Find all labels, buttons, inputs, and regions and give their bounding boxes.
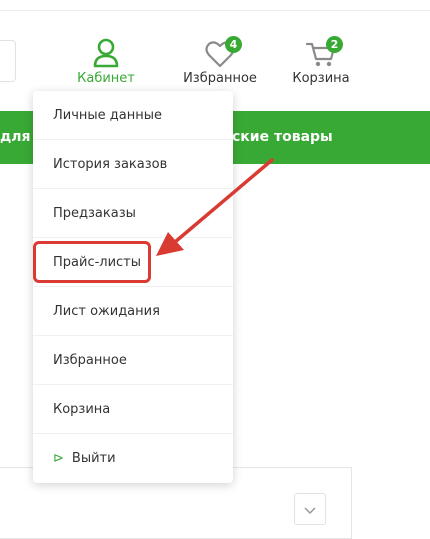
header-divider: [0, 10, 430, 11]
menu-item-cart[interactable]: Корзина: [33, 385, 233, 434]
search-input[interactable]: [0, 40, 16, 82]
logout-icon: ⊳: [53, 451, 64, 466]
cart-label: Корзина: [292, 71, 350, 86]
favorites-label: Избранное: [183, 71, 257, 86]
menu-item-logout[interactable]: ⊳ Выйти: [33, 434, 233, 483]
cart-count-badge: 2: [326, 36, 343, 53]
menu-item-waitlist[interactable]: Лист ожидания: [33, 287, 233, 336]
cabinet-dropdown-menu: Личные данные История заказов Предзаказы…: [33, 91, 233, 483]
heart-icon: [178, 36, 262, 68]
menu-item-label: Выйти: [71, 451, 116, 466]
menu-item-label: Предзаказы: [53, 205, 136, 221]
cabinet-label: Кабинет: [77, 71, 135, 86]
menu-item-personal-data[interactable]: Личные данные: [33, 91, 233, 140]
menu-item-label: Личные данные: [53, 107, 163, 123]
menu-item-label: Корзина: [53, 401, 111, 417]
user-icon: [70, 36, 142, 68]
menu-item-preorders[interactable]: Предзаказы: [33, 189, 233, 238]
favorites-link[interactable]: 4 Избранное: [178, 36, 262, 86]
cabinet-link[interactable]: Кабинет: [70, 36, 142, 86]
menu-item-label: Лист ожидания: [53, 303, 160, 319]
menu-item-label: Избранное: [53, 352, 127, 368]
chevron-down-icon: [304, 500, 316, 519]
highlight-box: [33, 241, 151, 283]
menu-item-favorites[interactable]: Избранное: [33, 336, 233, 385]
banner-text-right[interactable]: ские товары: [232, 129, 333, 145]
menu-item-order-history[interactable]: История заказов: [33, 140, 233, 189]
cart-icon: [286, 36, 356, 68]
favorites-count-badge: 4: [225, 36, 242, 53]
menu-item-label: История заказов: [53, 156, 168, 172]
select-dropdown-button[interactable]: [294, 493, 326, 525]
cart-link[interactable]: 2 Корзина: [286, 36, 356, 86]
